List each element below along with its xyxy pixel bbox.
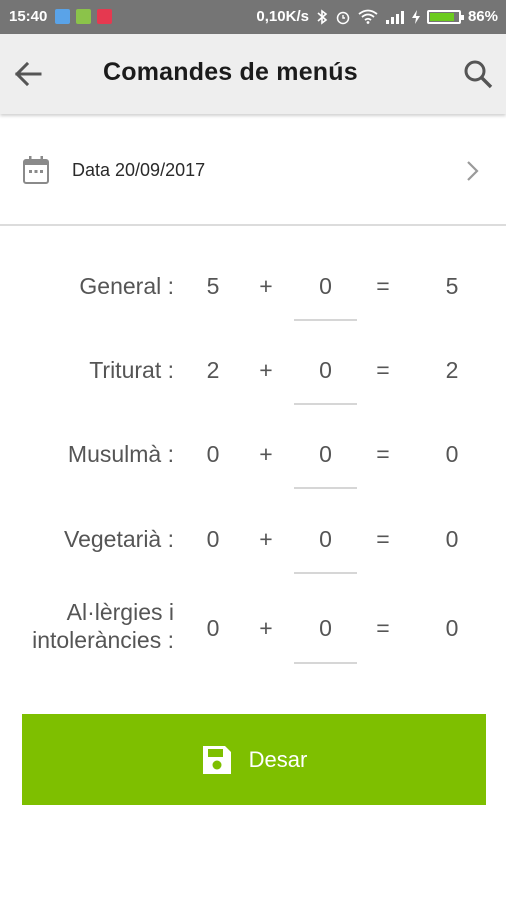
plus-sign: + [259,357,273,383]
quantity-input[interactable]: 0 [294,614,357,664]
row-base-count: 0 [206,615,220,641]
save-button[interactable]: Desar [22,714,486,805]
signal-icon [385,10,404,24]
status-left: 15:40 [9,8,118,25]
quantity-input[interactable]: 0 [294,356,357,405]
quantity-value: 0 [319,615,332,641]
menu-row-allergies: Al·lèrgies i intoleràncies : 0 + 0 = 0 [0,599,506,704]
input-underline [294,403,357,405]
row-total: 0 [445,526,459,552]
menu-row-general: General : 5 + 0 = 5 [0,272,506,356]
save-button-label: Desar [248,746,308,772]
input-underline [294,572,357,574]
equals-sign: = [376,526,390,552]
charging-icon [411,9,420,24]
menu-row-vegetaria: Vegetarià : 0 + 0 = 0 [0,525,506,609]
row-base-count: 5 [206,273,220,299]
date-selector[interactable]: Data 20/09/2017 [0,118,506,226]
row-label: Vegetarià : [64,526,174,552]
battery-percent: 86% [467,8,498,25]
plus-sign: + [259,526,273,552]
alarm-icon [336,11,350,24]
row-base-count: 0 [206,526,220,552]
save-icon [202,745,231,774]
input-underline [294,662,357,664]
android-icon [76,9,92,24]
quantity-value: 0 [319,273,332,299]
quantity-input[interactable]: 0 [294,525,357,574]
search-icon[interactable] [462,58,494,90]
input-underline [294,487,357,489]
row-label-line2: intoleràncies : [32,627,174,653]
date-label: Data 20/09/2017 [72,160,206,180]
quantity-value: 0 [319,357,332,383]
quantity-input[interactable]: 0 [294,272,357,321]
equals-sign: = [376,273,390,299]
page-title: Comandes de menús [103,58,358,86]
bluetooth-icon [317,8,328,25]
quantity-input[interactable]: 0 [294,440,357,489]
row-label: Triturat : [89,357,174,383]
row-total: 0 [445,441,459,467]
equals-sign: = [376,357,390,383]
row-base-count: 0 [206,441,220,467]
row-total: 2 [445,357,459,383]
plus-sign: + [259,615,273,641]
battery-icon [426,9,464,24]
row-label: General : [79,273,174,299]
chevron-right-icon [467,161,479,181]
plus-sign: + [259,273,273,299]
status-right: 0,10K/s 86% [256,8,498,25]
input-underline [294,319,357,321]
row-label-line1: Al·lèrgies i [66,599,174,625]
row-total: 5 [445,273,459,299]
menu-row-triturat: Triturat : 2 + 0 = 2 [0,356,506,440]
battery-fill [429,12,455,21]
app-notification-icon [97,9,113,24]
quantity-value: 0 [319,526,332,552]
plus-sign: + [259,441,273,467]
row-total: 0 [445,615,459,641]
status-bar: 15:40 0,10K/s 86% [0,0,506,34]
row-base-count: 2 [206,357,220,383]
network-speed: 0,10K/s [256,8,309,25]
quantity-value: 0 [319,441,332,467]
row-label: Al·lèrgies i intoleràncies : [32,598,174,654]
status-time: 15:40 [9,8,48,25]
equals-sign: = [376,615,390,641]
row-label: Musulmà : [67,441,174,467]
dropbox-icon [55,9,71,24]
arrow-left-icon[interactable] [12,58,44,90]
wifi-icon [358,9,378,24]
equals-sign: = [376,441,390,467]
calendar-icon [23,156,49,184]
menu-row-musulma: Musulmà : 0 + 0 = 0 [0,440,506,524]
app-bar: Comandes de menús [0,34,506,114]
